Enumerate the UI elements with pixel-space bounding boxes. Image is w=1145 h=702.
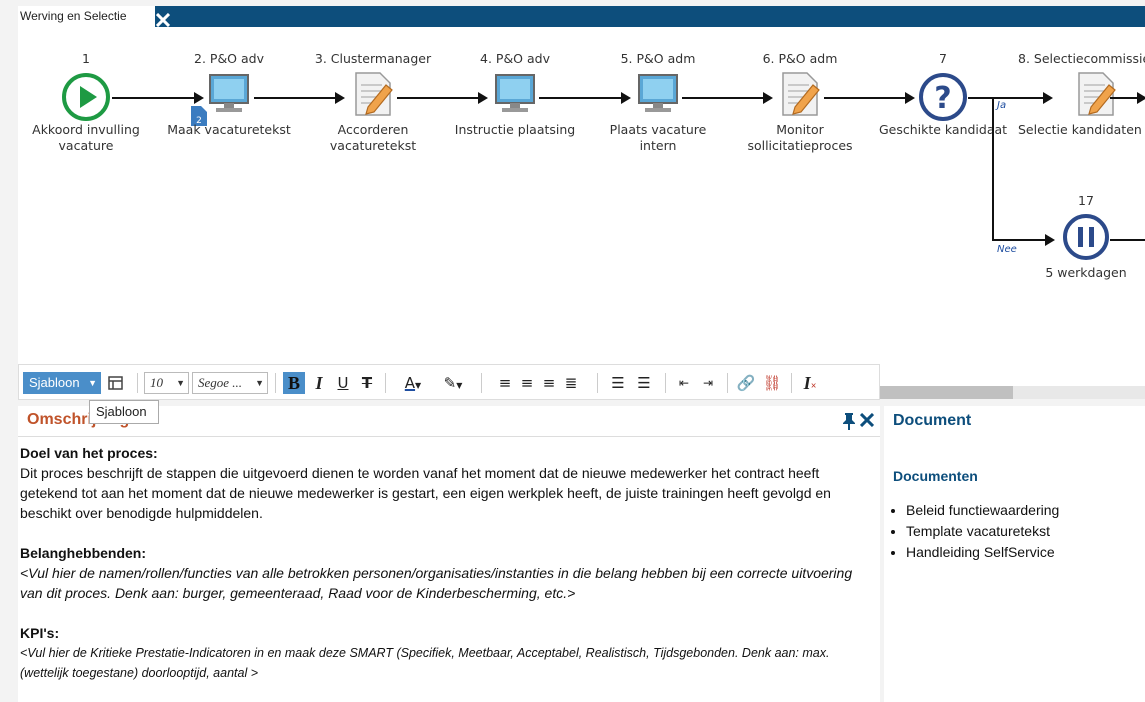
toolbar-separator <box>791 373 792 393</box>
close-icon[interactable] <box>860 413 874 427</box>
flow-label-ja: Ja <box>997 100 1007 111</box>
description-editor[interactable]: Omschrijving Doel van het proces: Dit pr… <box>18 406 880 702</box>
scrollbar-thumb[interactable] <box>880 386 1013 399</box>
clear-formatting-icon[interactable]: I× <box>799 372 821 394</box>
align-center-icon[interactable]: ≡ <box>517 372 537 394</box>
step-number: 6. P&O adm <box>762 51 838 66</box>
template-dropdown[interactable]: Sjabloon ▼ <box>23 372 101 394</box>
editor-content[interactable]: Doel van het proces: Dit proces beschrij… <box>20 443 878 683</box>
computer-icon <box>635 73 681 115</box>
strikethrough-icon[interactable]: T <box>357 372 377 394</box>
connector-arrow-nee <box>992 234 1055 246</box>
toolbar-separator <box>665 373 666 393</box>
step-number: 3. Clustermanager <box>314 51 432 66</box>
toolbar-separator <box>481 373 482 393</box>
highlight-color-icon[interactable]: ✎▼ <box>437 372 469 394</box>
document-pen-icon <box>352 71 394 117</box>
font-size-value: 10 <box>150 375 163 390</box>
paragraph-belanghebbenden: <Vul hier de namen/rollen/functies van a… <box>20 565 853 601</box>
tab-werving-en-selectie[interactable]: Werving en Selectie <box>18 6 155 27</box>
indent-icon[interactable]: ⇥ <box>697 372 719 394</box>
chevron-down-icon: ▼ <box>88 378 97 388</box>
connector-arrow <box>682 92 773 104</box>
step-label: Plaats vacature intern <box>609 122 707 153</box>
align-justify-icon[interactable]: ≣ <box>561 372 581 394</box>
computer-icon <box>492 73 538 115</box>
document-link[interactable]: Beleid functiewaardering <box>906 500 1059 521</box>
step-number: 17 <box>1078 193 1094 208</box>
chevron-down-icon: ▼ <box>255 378 264 388</box>
question-icon: ? <box>918 72 968 122</box>
toolbar-separator <box>137 373 138 393</box>
step-number: 4. P&O adv <box>480 51 550 66</box>
toolbar-separator <box>727 373 728 393</box>
link-icon[interactable]: 🔗 <box>735 372 757 394</box>
heading-doel: Doel van het proces: <box>20 445 158 461</box>
font-family-select[interactable]: Segoe ... ▼ <box>192 372 268 394</box>
process-canvas: 1 Akkoord invulling vacature 2. P&O adv … <box>18 27 1145 399</box>
toolbar-separator <box>597 373 598 393</box>
step-label: Maak vacaturetekst <box>167 122 291 137</box>
tooltip: Sjabloon <box>89 400 159 424</box>
tab-strip: Werving en Selectie <box>18 6 1145 31</box>
outdent-icon[interactable]: ⇤ <box>673 372 695 394</box>
document-panel: Document Documenten Beleid functiewaarde… <box>884 406 1145 702</box>
toolbar-separator <box>385 373 386 393</box>
editor-toolbar: Sjabloon ▼ 10 ▼ Segoe ... ▼ B I U T A▼ ✎… <box>18 364 880 400</box>
documents-heading: Documenten <box>893 468 978 484</box>
computer-icon <box>206 73 252 115</box>
template-dropdown-label: Sjabloon <box>29 375 80 390</box>
italic-icon[interactable]: I <box>309 372 329 394</box>
connector-arrow <box>254 92 345 104</box>
step-number: 7 <box>939 51 947 66</box>
step-label: Akkoord invulling vacature <box>32 122 140 153</box>
pin-icon[interactable] <box>842 412 856 430</box>
connector-line <box>1110 92 1145 104</box>
step-label: Selectie kandidaten <box>1018 122 1142 137</box>
font-family-value: Segoe ... <box>198 375 243 390</box>
bold-icon[interactable]: B <box>283 372 305 394</box>
heading-belanghebbenden: Belanghebbenden: <box>20 545 147 561</box>
play-icon <box>61 72 111 122</box>
step-label: Accorderen vacaturetekst <box>329 122 417 153</box>
document-pen-icon <box>1075 71 1117 117</box>
connector-arrow-ja <box>968 92 1053 104</box>
step-number: 2. P&O adv <box>194 51 264 66</box>
svg-text:?: ? <box>934 81 951 116</box>
document-link[interactable]: Template vacaturetekst <box>906 521 1059 542</box>
align-right-icon[interactable]: ≡ <box>539 372 559 394</box>
font-size-select[interactable]: 10 ▼ <box>144 372 189 394</box>
document-panel-title: Document <box>893 412 972 429</box>
pause-icon <box>1062 213 1110 261</box>
chevron-down-icon: ▼ <box>176 378 185 388</box>
flow-label-nee: Nee <box>997 244 1017 255</box>
numbered-list-icon[interactable]: ☰ <box>633 372 655 394</box>
document-link[interactable]: Handleiding SelfService <box>906 542 1059 563</box>
connector-line <box>1110 239 1145 241</box>
toolbar-separator <box>275 373 276 393</box>
horizontal-scrollbar[interactable] <box>880 386 1145 399</box>
step-number: 8. Selectiecommissie <box>1018 51 1145 66</box>
step-label: 5 werkdagen <box>1045 265 1127 280</box>
connector-line-vertical <box>992 97 994 241</box>
paragraph-kpis: <Vul hier de Kritieke Prestatie-Indicato… <box>20 646 830 680</box>
template-manage-icon[interactable] <box>107 372 127 394</box>
heading-kpis: KPI's: <box>20 625 60 641</box>
font-color-icon[interactable]: A▼ <box>397 372 429 394</box>
step-number: 5. P&O adm <box>620 51 696 66</box>
bullet-list-icon[interactable]: ☰ <box>607 372 629 394</box>
document-pen-icon <box>779 71 821 117</box>
connector-arrow <box>112 92 204 104</box>
step-label: Instructie plaatsing <box>454 122 576 137</box>
connector-arrow <box>539 92 631 104</box>
paragraph-doel: Dit proces beschrijft de stappen die uit… <box>20 465 831 521</box>
document-list: Beleid functiewaardering Template vacatu… <box>884 500 1059 563</box>
step-number: 1 <box>82 51 90 66</box>
step-label: Monitor sollicitatieproces <box>747 122 853 153</box>
underline-icon[interactable]: U <box>333 372 353 394</box>
align-left-icon[interactable]: ≡ <box>495 372 515 394</box>
connector-arrow <box>824 92 915 104</box>
connector-arrow <box>397 92 488 104</box>
unlink-icon[interactable]: ⛓ <box>761 372 783 394</box>
